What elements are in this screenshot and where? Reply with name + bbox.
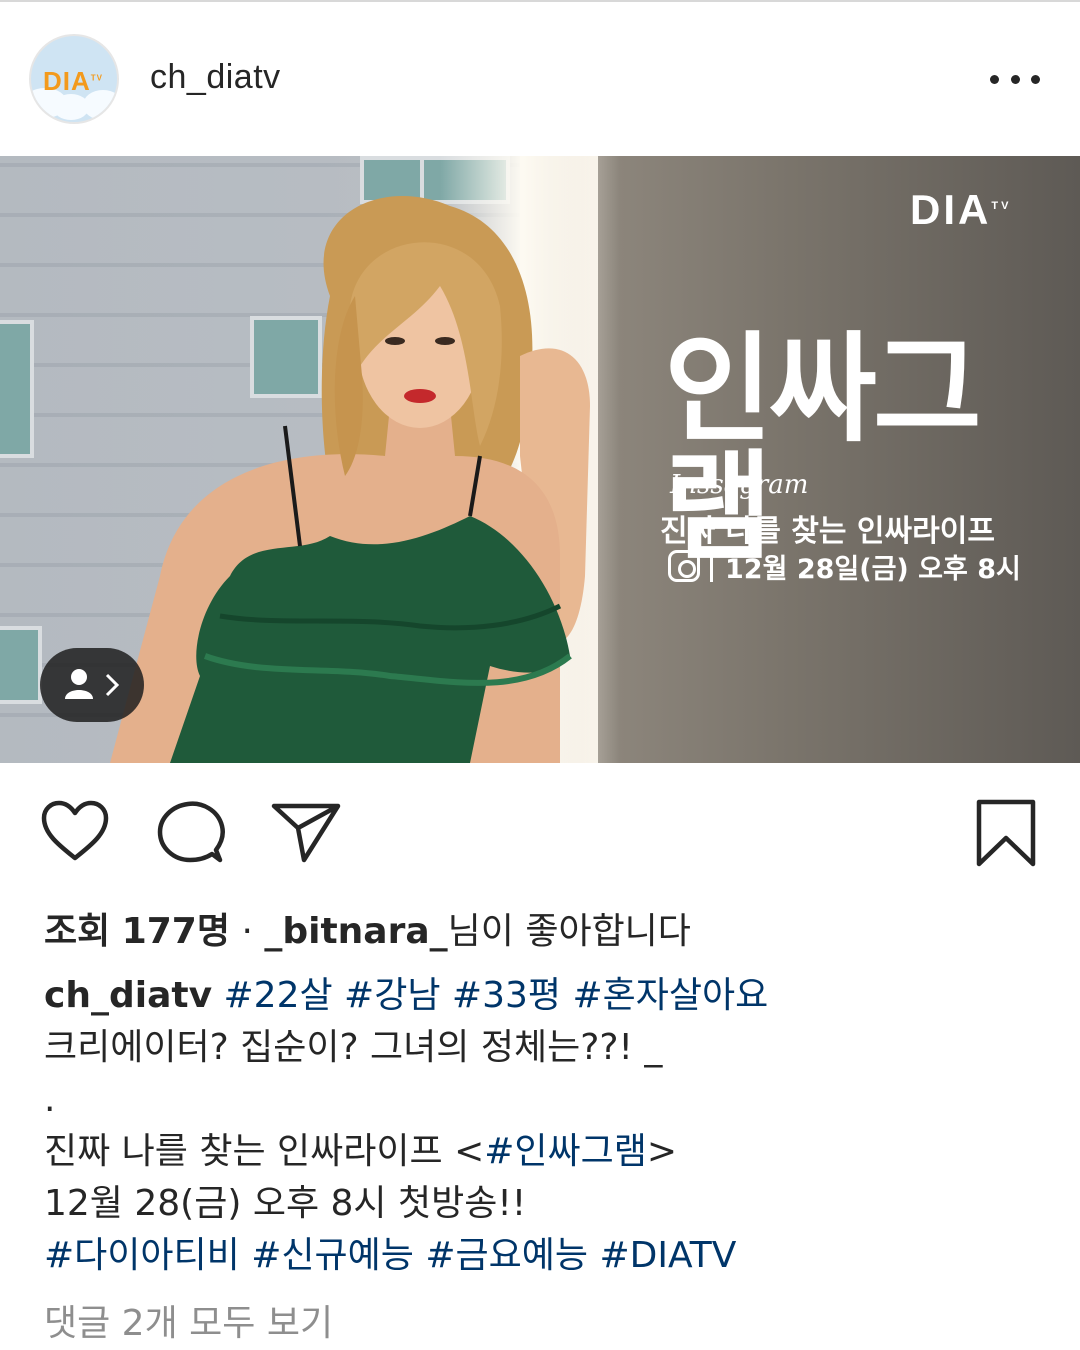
caption-line: 크리에이터? 집순이? 그녀의 정체는??! _ xyxy=(44,1027,663,1068)
show-tagline: 진짜 나를 찾는 인싸라이프 xyxy=(660,514,995,549)
views-count[interactable]: 177명 xyxy=(122,911,230,952)
action-bar xyxy=(0,790,1080,870)
avatar-logo: DIATV xyxy=(43,66,103,97)
avatar-logo-tv: TV xyxy=(90,73,104,83)
brand-logo-text: DIA xyxy=(910,186,992,233)
caption-line: 진짜 나를 찾는 인싸라이프 <#인싸그램> xyxy=(44,1126,1044,1178)
airtime-text: 12월 28일(금) 오후 8시 xyxy=(725,553,1021,585)
comment-icon[interactable] xyxy=(156,800,226,866)
airtime-separator xyxy=(710,550,713,582)
brand-logo: DIATV xyxy=(910,186,1011,234)
heart-icon[interactable] xyxy=(40,800,110,864)
brand-logo-tv: TV xyxy=(991,200,1012,212)
person-icon xyxy=(65,669,120,699)
post-caption: ch_diatv #22살 #강남 #33평 #혼자살아요 크리에이터? 집순이… xyxy=(44,970,1044,1282)
avatar-logo-text: DIA xyxy=(43,66,91,96)
more-horizontal-icon[interactable] xyxy=(990,64,1040,94)
likes-line: 조회 177명 · _bitnara_님이 좋아합니다 xyxy=(44,902,691,954)
separator-dot: · xyxy=(241,911,253,952)
show-subtitle: Inssagram xyxy=(670,470,809,500)
tagged-people-button[interactable] xyxy=(40,648,144,722)
liked-suffix: 님이 좋아합니다 xyxy=(447,911,691,952)
hashtag-link[interactable]: #인싸그램 xyxy=(484,1131,647,1172)
caption-line: . xyxy=(44,1079,56,1120)
hashtag-link[interactable]: #DIATV xyxy=(599,1235,736,1276)
caption-line: ch_diatv #22살 #강남 #33평 #혼자살아요 xyxy=(44,970,1044,1022)
post-username[interactable]: ch_diatv xyxy=(150,58,281,97)
caption-text: > xyxy=(646,1131,678,1172)
hashtag-link[interactable]: #다이아티비 xyxy=(44,1235,240,1276)
hashtag-link[interactable]: #금요예능 xyxy=(425,1235,588,1276)
caption-line: #다이아티비 #신규예능 #금요예능 #DIATV xyxy=(44,1230,1044,1282)
views-label[interactable]: 조회 xyxy=(44,911,110,952)
post-header: DIATV ch_diatv xyxy=(0,2,1080,156)
hashtag-link[interactable]: #33평 xyxy=(452,975,561,1016)
caption-text: 진짜 나를 찾는 인싸라이프 < xyxy=(44,1131,485,1172)
show-airtime: 12월 28일(금) 오후 8시 xyxy=(668,546,1021,586)
liked-by-user[interactable]: _bitnara_ xyxy=(264,911,447,952)
hashtag-link[interactable]: #22살 xyxy=(224,975,333,1016)
hashtag-link[interactable]: #신규예능 xyxy=(251,1235,414,1276)
avatar[interactable]: DIATV xyxy=(29,34,119,124)
view-all-comments-link[interactable]: 댓글 2개 모두 보기 xyxy=(44,1294,333,1346)
hashtag-link[interactable]: #강남 xyxy=(344,975,440,1016)
send-icon[interactable] xyxy=(270,800,342,864)
caption-username[interactable]: ch_diatv xyxy=(44,975,212,1016)
caption-line: 12월 28(금) 오후 8시 첫방송!! xyxy=(44,1183,527,1224)
hashtag-link[interactable]: #혼자살아요 xyxy=(572,975,768,1016)
bookmark-icon[interactable] xyxy=(974,798,1038,870)
instagram-icon xyxy=(668,550,700,582)
